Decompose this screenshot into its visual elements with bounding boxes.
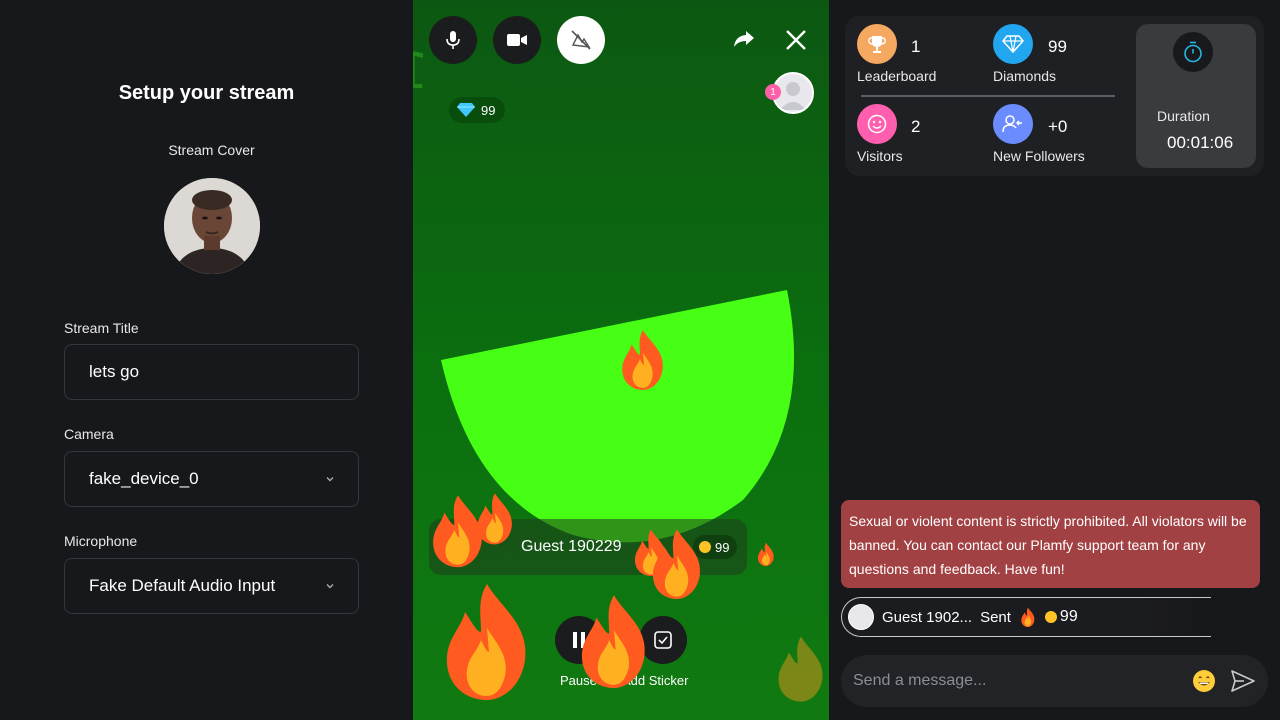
close-icon (786, 30, 806, 50)
diamond-icon (993, 24, 1033, 64)
stream-stats-card: 1 Leaderboard 99 Diamonds 2 Visitors +0 … (845, 16, 1264, 176)
guest-coin-count: 99 (715, 539, 730, 555)
pause-label: Pause (560, 673, 597, 688)
guest-name: Guest 190229 (521, 538, 622, 555)
stream-title-input[interactable]: lets go (64, 344, 359, 400)
microphone-select-value: Fake Default Audio Input (89, 576, 276, 595)
new-followers-label: New Followers (993, 148, 1085, 164)
stream-cover-label: Stream Cover (168, 142, 255, 158)
emoji-button[interactable] (1192, 669, 1216, 693)
effects-off-icon (571, 30, 591, 50)
add-follower-icon (993, 104, 1033, 144)
gift-notification: Guest 1902... Sent 99 (841, 597, 1211, 637)
trophy-icon (857, 24, 897, 64)
message-composer (841, 655, 1268, 707)
pause-icon (573, 632, 585, 648)
viewer-count-badge: 1 (765, 84, 781, 100)
add-sticker-label: Add Sticker (622, 673, 689, 688)
stream-preview: 16:750 1535 99 1 Guest 190229 99 Pause A… (413, 0, 829, 720)
send-icon (1231, 670, 1255, 692)
coin-icon (699, 541, 711, 553)
diamond-counter: 99 (449, 97, 506, 123)
duration-card: Duration 00:01:06 (1136, 24, 1256, 168)
stream-cover-image[interactable] (164, 178, 260, 274)
mic-icon (446, 31, 460, 49)
guest-gift-banner: Guest 190229 99 (429, 519, 747, 575)
sticker-icon (654, 631, 672, 649)
camera-select-value: fake_device_0 (89, 469, 199, 488)
visitors-label: Visitors (857, 148, 903, 164)
duration-value: 00:01:06 (1167, 133, 1234, 152)
camera-label: Camera (64, 426, 114, 442)
avatar (848, 604, 874, 630)
gift-sent-label: Sent (980, 608, 1011, 626)
microphone-label: Microphone (64, 533, 138, 549)
close-button[interactable] (784, 28, 808, 52)
stream-title-label: Stream Title (64, 320, 139, 336)
gift-user-name: Guest 1902... (882, 608, 973, 626)
stream-title-value: lets go (89, 362, 140, 381)
mic-button[interactable] (429, 16, 477, 64)
message-input[interactable] (853, 669, 1153, 693)
chevron-down-icon (326, 584, 334, 589)
stats-chat-panel: 1 Leaderboard 99 Diamonds 2 Visitors +0 … (829, 0, 1280, 720)
send-button[interactable] (1230, 669, 1256, 693)
diamonds-label: Diamonds (993, 68, 1057, 84)
mirrored-clock-text: 16:750 1535 (413, 42, 429, 100)
effects-toggle-button[interactable] (557, 16, 605, 64)
emoji-icon (1193, 670, 1215, 692)
fire-emoji (1021, 607, 1035, 627)
pause-button[interactable] (555, 616, 603, 664)
coin-icon (1044, 611, 1057, 623)
gift-amount: 99 (1059, 608, 1078, 625)
guest-coin-badge: 99 (693, 535, 738, 559)
visitors-value: 2 (911, 117, 921, 136)
chevron-down-icon (326, 477, 334, 482)
page-title: Setup your stream (118, 82, 295, 104)
video-camera-icon (507, 34, 527, 46)
new-followers-value: +0 (1048, 117, 1068, 136)
microphone-select[interactable]: Fake Default Audio Input (64, 558, 359, 614)
share-icon (734, 31, 754, 47)
setup-panel: Setup your stream Stream Cover Stream Ti… (0, 0, 413, 720)
duration-label: Duration (1157, 108, 1210, 124)
diamond-count: 99 (481, 102, 496, 118)
timer-icon (1173, 32, 1213, 72)
share-button[interactable] (732, 28, 758, 52)
diamonds-value: 99 (1048, 37, 1067, 56)
leaderboard-label: Leaderboard (857, 68, 937, 84)
smiley-icon (857, 104, 897, 144)
add-sticker-button[interactable] (639, 616, 687, 664)
leaderboard-value: 1 (911, 37, 921, 56)
stats-divider (861, 95, 1115, 97)
camera-select[interactable]: fake_device_0 (64, 451, 359, 507)
diamond-icon (457, 103, 475, 117)
content-warning-message: Sexual or violent content is strictly pr… (841, 500, 1260, 588)
video-button[interactable] (493, 16, 541, 64)
